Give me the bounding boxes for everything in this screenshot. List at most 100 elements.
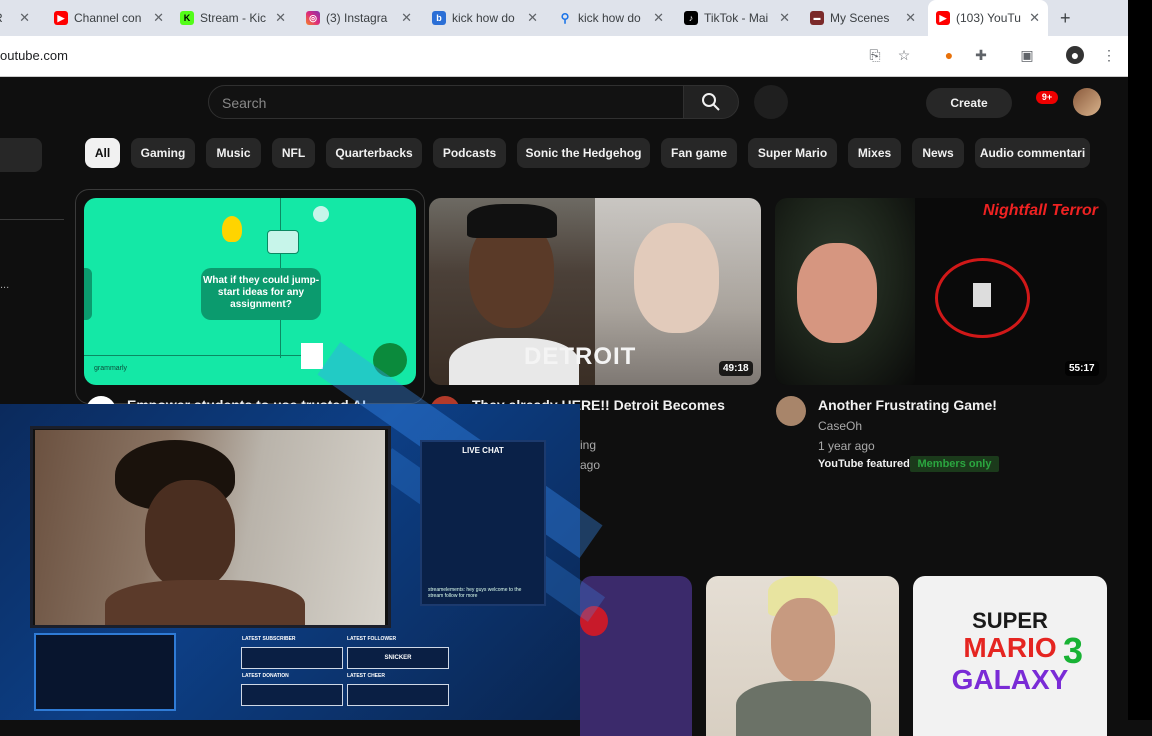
channel-name[interactable]: CaseOh xyxy=(818,419,862,433)
bookmark-star-icon[interactable]: ☆ xyxy=(895,46,913,64)
search-icon xyxy=(702,93,720,111)
chip-super-mario[interactable]: Super Mario xyxy=(748,138,837,168)
check-icon xyxy=(313,206,329,222)
tab-6[interactable]: ♪ TikTok - Mai ✕ xyxy=(684,0,790,36)
members-only-badge: Members only xyxy=(910,456,999,472)
tab-5[interactable]: ⚲ kick how do ✕ xyxy=(558,0,664,36)
chip-podcasts[interactable]: Podcasts xyxy=(433,138,506,168)
latest-cheer-box xyxy=(347,684,449,706)
ad-headline: What if they could jump-start ideas for … xyxy=(201,268,321,320)
latest-subscriber-box xyxy=(241,647,343,669)
new-tab-icon[interactable]: + xyxy=(1060,8,1071,29)
screen-edge xyxy=(1128,0,1152,720)
duration-badge: 49:18 xyxy=(719,361,753,376)
close-icon[interactable]: ✕ xyxy=(653,10,664,26)
live-chat-box xyxy=(420,440,546,606)
tab-1[interactable]: ▶ Channel con ✕ xyxy=(54,0,164,36)
chip-sonic[interactable]: Sonic the Hedgehog xyxy=(517,138,650,168)
tab-2[interactable]: K Stream - Kic ✕ xyxy=(180,0,286,36)
overlay-panel xyxy=(34,633,176,711)
instagram-icon: ◎ xyxy=(306,11,320,25)
live-chat-title: LIVE CHAT xyxy=(462,446,504,455)
search-placeholder: Search xyxy=(222,95,267,111)
latest-follower-label: LATEST FOLLOWER xyxy=(347,636,397,642)
search-input[interactable] xyxy=(208,85,684,119)
video-thumbnail[interactable]: Nightfall Terror 55:17 xyxy=(775,198,1107,385)
url-field[interactable]: outube.com xyxy=(0,48,68,63)
profile-avatar-icon[interactable]: ● xyxy=(1066,46,1084,64)
menu-kebab-icon[interactable]: ⋮ xyxy=(1100,46,1118,64)
video-thumbnail[interactable]: DETROIT 49:18 xyxy=(429,198,761,385)
tab-8-active[interactable]: ▶ (103) YouTu ✕ xyxy=(928,0,1048,36)
sidebar-item-home[interactable] xyxy=(0,138,42,172)
latest-subscriber-label: LATEST SUBSCRIBER xyxy=(242,636,296,642)
webcam-feed xyxy=(35,430,385,625)
address-bar xyxy=(0,36,1128,77)
latest-follower-box: SNICKER xyxy=(347,647,449,669)
latest-donation-box xyxy=(241,684,343,706)
sidepanel-icon[interactable]: ▣ xyxy=(1018,46,1036,64)
youtube-icon: ▶ xyxy=(54,11,68,25)
close-icon[interactable]: ✕ xyxy=(19,10,30,26)
create-button[interactable]: Create xyxy=(926,88,1012,118)
ghost-figure xyxy=(973,283,991,307)
voice-search-button[interactable] xyxy=(754,85,788,119)
close-icon[interactable]: ✕ xyxy=(905,10,916,26)
chip-fan-game[interactable]: Fan game xyxy=(661,138,737,168)
puzzle-icon[interactable]: ✚ xyxy=(972,46,990,64)
chip-mixes[interactable]: Mixes xyxy=(848,138,901,168)
chip-news[interactable]: News xyxy=(912,138,964,168)
detroit-logo: DETROIT xyxy=(524,343,637,370)
document-icon xyxy=(301,343,323,369)
chip-music[interactable]: Music xyxy=(206,138,261,168)
streamlabs-icon: ▬ xyxy=(810,11,824,25)
close-icon[interactable]: ✕ xyxy=(401,10,412,26)
video-thumbnail[interactable] xyxy=(706,576,899,736)
video-thumbnail[interactable]: What if they could jump-start ideas for … xyxy=(84,198,416,385)
kick-icon: K xyxy=(180,11,194,25)
face-shape xyxy=(771,598,835,682)
close-icon[interactable]: ✕ xyxy=(527,10,538,26)
notification-badge[interactable]: 9+ xyxy=(1036,91,1058,104)
extension-icon[interactable]: ● xyxy=(940,46,958,64)
chip-all[interactable]: All xyxy=(85,138,120,168)
shoulders-shape xyxy=(105,580,305,625)
close-icon[interactable]: ✕ xyxy=(1029,10,1040,26)
face-shape xyxy=(145,480,235,590)
channel-name[interactable]: ing xyxy=(580,438,596,452)
latest-cheer-label: LATEST CHEER xyxy=(347,673,385,679)
close-icon[interactable]: ✕ xyxy=(153,10,164,26)
tab-3[interactable]: ◎ (3) Instagra ✕ xyxy=(306,0,412,36)
grammarly-logo: grammarly xyxy=(94,365,128,372)
latest-donation-label: LATEST DONATION xyxy=(242,673,289,679)
duration-badge: 55:17 xyxy=(1065,361,1099,376)
diagram-line xyxy=(84,355,314,356)
chip-audio-commentary[interactable]: Audio commentari xyxy=(975,138,1090,168)
channel-avatar[interactable] xyxy=(776,396,806,426)
video-title[interactable]: Another Frustrating Game! xyxy=(818,397,997,413)
chat-message: streamelements: hey guys welcome to the … xyxy=(428,587,522,599)
video-thumbnail[interactable]: SUPER MARIO GALAXY 3 xyxy=(913,576,1107,736)
avatar[interactable] xyxy=(1073,88,1101,116)
chip-gaming[interactable]: Gaming xyxy=(131,138,195,168)
close-icon[interactable]: ✕ xyxy=(779,10,790,26)
face-shape xyxy=(797,243,877,343)
tab-partial[interactable]: R✕ xyxy=(0,0,34,36)
sidebar-divider xyxy=(0,219,64,220)
install-icon[interactable]: ⎘ xyxy=(866,46,884,64)
browser-tab-bar: R✕ ▶ Channel con ✕ K Stream - Kic ✕ ◎ (3… xyxy=(0,0,1128,36)
search-engine-icon: b xyxy=(432,11,446,25)
tab-7[interactable]: ▬ My Scenes ✕ xyxy=(810,0,916,36)
tab-4[interactable]: b kick how do ✕ xyxy=(432,0,538,36)
sidebar-item-label[interactable]: ... xyxy=(0,279,9,291)
lightbulb-icon xyxy=(222,216,242,242)
chat-bubble-icon xyxy=(267,230,299,254)
featured-badge: YouTube featured xyxy=(818,458,910,470)
search-button[interactable] xyxy=(683,85,739,119)
jacket-shape xyxy=(736,681,871,736)
chip-nfl[interactable]: NFL xyxy=(272,138,315,168)
mario-title-number: 3 xyxy=(1063,630,1084,671)
close-icon[interactable]: ✕ xyxy=(275,10,286,26)
tiktok-icon: ♪ xyxy=(684,11,698,25)
chip-quarterbacks[interactable]: Quarterbacks xyxy=(326,138,422,168)
